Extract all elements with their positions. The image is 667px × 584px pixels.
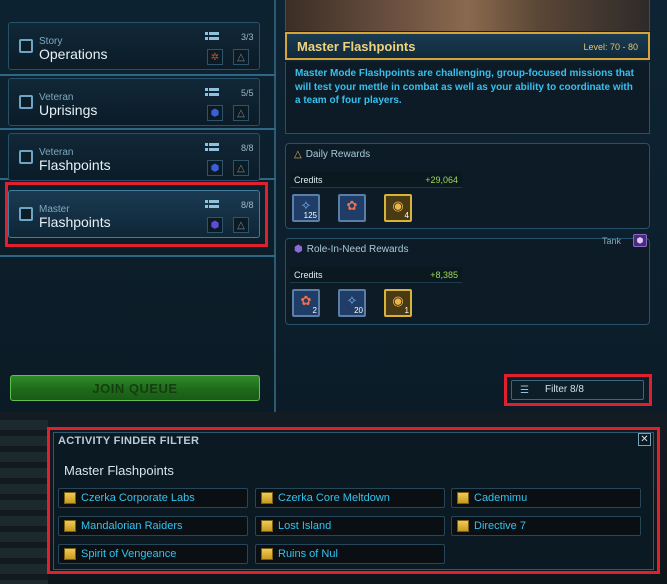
triangle-icon: △ (233, 160, 249, 176)
mode-card-story-operations[interactable]: Story Operations 3/3 ✲ △ (8, 22, 260, 70)
item-quantity: 1 (404, 306, 409, 315)
description-text: Master Mode Flashpoints are challenging,… (295, 68, 634, 106)
daily-rewards-box: △ Daily Rewards Credits +29,064 ✧ 125 ✿ ◉… (285, 143, 650, 229)
highlight-box (47, 427, 660, 574)
decorative-panel (0, 420, 48, 584)
description-box: Master Mode Flashpoints are challenging,… (285, 62, 650, 134)
checkbox[interactable] (19, 150, 33, 164)
credits-label: Credits (294, 270, 323, 280)
item-quantity: 20 (354, 306, 363, 315)
highlight-box (5, 182, 268, 247)
daily-rewards-header: △ Daily Rewards (294, 149, 370, 160)
mode-name-label: Operations (39, 46, 108, 62)
reward-item[interactable]: ✿ 2 (292, 289, 320, 317)
credits-value: +8,385 (430, 270, 458, 280)
daily-rewards-title: Daily Rewards (305, 149, 371, 160)
list-icon: ☰ (520, 385, 529, 396)
reward-item[interactable]: ◉ 4 (384, 194, 412, 222)
item-quantity: 4 (404, 211, 409, 220)
checkbox[interactable] (19, 39, 33, 53)
filter-button-label: Filter 8/8 (545, 384, 584, 395)
role-rewards-box: ⬢ Role-In-Need Rewards Credits +8,385 ✿ 2… (285, 238, 650, 325)
mode-name-label: Flashpoints (39, 157, 111, 173)
operation-emblem-icon: ✲ (207, 49, 223, 65)
credits-label: Credits (294, 175, 323, 185)
join-queue-button[interactable]: JOIN QUEUE (10, 375, 260, 401)
red-flower-icon: ✿ (346, 198, 358, 213)
triangle-icon: △ (233, 105, 249, 121)
item-quantity: 125 (303, 211, 317, 220)
role-rewards-header: ⬢ Role-In-Need Rewards (294, 244, 408, 255)
detail-title: Master Flashpoints (297, 39, 416, 54)
role-rewards-title: Role-In-Need Rewards (306, 244, 409, 255)
divider (0, 74, 276, 76)
tank-role-icon: ⬢ (633, 234, 647, 247)
shield-icon: ⬢ (294, 244, 303, 255)
divider (0, 255, 276, 257)
completion-count: 3/3 (241, 32, 254, 42)
reward-item[interactable]: ✧ 125 (292, 194, 320, 222)
credits-value: +29,064 (425, 175, 458, 185)
reward-item[interactable]: ✿ (338, 194, 366, 222)
detail-title-bar: Master Flashpoints Level: 70 - 80 (285, 32, 650, 60)
shield-icon: ⬢ (207, 160, 223, 176)
level-range: Level: 70 - 80 (583, 42, 638, 52)
item-quantity: 2 (312, 306, 317, 315)
completion-count: 8/8 (241, 143, 254, 153)
checkbox[interactable] (19, 95, 33, 109)
credits-row: Credits +8,385 (290, 267, 462, 283)
triangle-icon: △ (294, 149, 302, 160)
list-icon (205, 88, 219, 96)
flashpoint-banner-image (285, 0, 650, 31)
divider (0, 128, 276, 130)
credits-row: Credits +29,064 (290, 172, 462, 188)
reward-item[interactable]: ◉ 1 (384, 289, 412, 317)
shield-icon: ⬢ (207, 105, 223, 121)
list-icon (205, 143, 219, 151)
mode-card-veteran-flashpoints[interactable]: Veteran Flashpoints 8/8 ⬢ △ (8, 133, 260, 181)
mode-card-veteran-uprisings[interactable]: Veteran Uprisings 5/5 ⬢ △ (8, 78, 260, 126)
filter-button[interactable]: ☰ Filter 8/8 (511, 380, 644, 400)
completion-count: 5/5 (241, 88, 254, 98)
triangle-icon: △ (233, 49, 249, 65)
reward-item[interactable]: ✧ 20 (338, 289, 366, 317)
mode-name-label: Uprisings (39, 102, 98, 118)
role-label: Tank (602, 236, 622, 246)
list-icon (205, 32, 219, 40)
